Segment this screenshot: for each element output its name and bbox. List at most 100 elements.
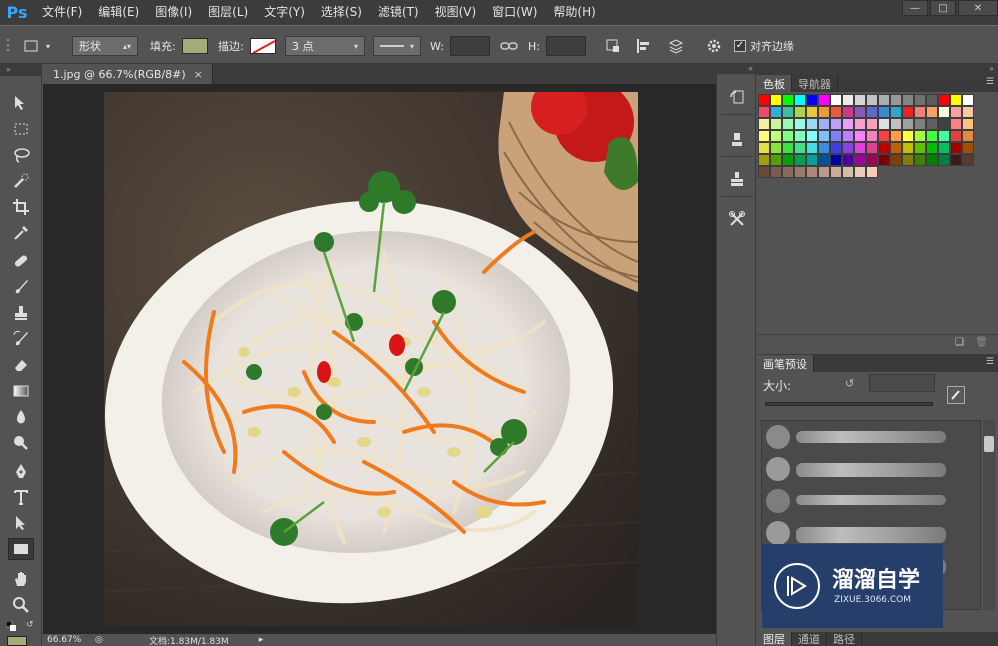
menu-item[interactable]: 视图(V) (427, 0, 485, 25)
brush-panel-menu-icon[interactable]: ☰ (986, 357, 994, 367)
color-swatch[interactable] (818, 106, 830, 118)
reset-size-icon[interactable]: ↺ (845, 377, 854, 390)
align-edges-checkbox[interactable]: ✓ (734, 40, 746, 52)
color-swatch[interactable] (926, 106, 938, 118)
color-swatch[interactable] (914, 142, 926, 154)
color-swatch[interactable] (806, 94, 818, 106)
color-swatch[interactable] (962, 118, 974, 130)
color-swatch[interactable] (950, 142, 962, 154)
color-swatch[interactable] (854, 94, 866, 106)
type-tool-icon[interactable] (8, 486, 34, 508)
tab-brush-presets[interactable]: 画笔预设 (757, 355, 814, 372)
align-edges-toggle[interactable]: ✓ 对齐边缘 (734, 36, 794, 56)
color-swatch[interactable] (902, 106, 914, 118)
color-swatch[interactable] (782, 94, 794, 106)
menu-item[interactable]: 文字(Y) (256, 0, 313, 25)
color-swatch[interactable] (866, 142, 878, 154)
height-field[interactable] (545, 36, 586, 56)
tab-channels[interactable]: 通道 (792, 632, 827, 646)
color-swatch[interactable] (782, 154, 794, 166)
hand-tool-icon[interactable] (8, 568, 34, 590)
color-swatch[interactable] (830, 106, 842, 118)
menu-item[interactable]: 图层(L) (200, 0, 256, 25)
menu-item[interactable]: 文件(F) (34, 0, 90, 25)
path-operations-icon[interactable] (604, 36, 622, 56)
toolbar-collapse-icon[interactable]: » (0, 64, 41, 76)
brush-preset-item[interactable] (762, 421, 980, 453)
color-swatch[interactable] (842, 142, 854, 154)
brush-panel-icon[interactable] (726, 128, 748, 150)
stroke-type-select[interactable]: ▾ (373, 36, 421, 56)
color-swatch[interactable] (878, 106, 890, 118)
color-swatch[interactable] (938, 106, 950, 118)
color-swatch[interactable] (782, 142, 794, 154)
tab-layers[interactable]: 图层 (757, 632, 792, 646)
panels-collapse-icon[interactable]: » (989, 64, 994, 74)
color-swatch[interactable] (866, 94, 878, 106)
color-swatch[interactable] (926, 94, 938, 106)
color-swatch[interactable] (950, 94, 962, 106)
color-swatch[interactable] (902, 94, 914, 106)
color-swatch[interactable] (962, 106, 974, 118)
color-swatch[interactable] (806, 118, 818, 130)
brush-toggle-icon[interactable] (947, 386, 965, 404)
clone-stamp-tool-icon[interactable] (8, 302, 34, 324)
document-tab[interactable]: 1.jpg @ 66.7%(RGB/8#) × (43, 64, 213, 84)
brush-tool-icon[interactable] (8, 276, 34, 298)
link-icon[interactable] (500, 36, 518, 56)
color-swatch[interactable] (938, 154, 950, 166)
color-swatch[interactable] (854, 130, 866, 142)
color-swatch[interactable] (878, 118, 890, 130)
marquee-tool-icon[interactable] (8, 118, 34, 140)
brush-list-scrollbar[interactable] (983, 420, 995, 610)
pen-tool-icon[interactable] (8, 460, 34, 482)
color-swatch[interactable] (866, 154, 878, 166)
color-swatch[interactable] (782, 130, 794, 142)
stroke-color-swatch[interactable] (249, 38, 276, 54)
color-swatch[interactable] (926, 118, 938, 130)
color-swatch[interactable] (758, 166, 770, 178)
color-swatch[interactable] (878, 142, 890, 154)
color-swatch[interactable] (770, 142, 782, 154)
quick-selection-tool-icon[interactable] (8, 170, 34, 192)
color-swatch[interactable] (878, 130, 890, 142)
color-swatch[interactable] (962, 130, 974, 142)
blur-tool-icon[interactable] (8, 406, 34, 428)
color-swatch[interactable] (950, 118, 962, 130)
menu-item[interactable]: 编辑(E) (90, 0, 147, 25)
color-swatch[interactable] (854, 154, 866, 166)
color-swatch[interactable] (962, 154, 974, 166)
color-swatch[interactable] (842, 166, 854, 178)
color-swatch[interactable] (842, 118, 854, 130)
color-swatch[interactable] (902, 154, 914, 166)
color-swatch[interactable] (758, 118, 770, 130)
brush-size-slider[interactable] (765, 402, 933, 406)
brush-size-field[interactable] (869, 374, 935, 392)
gradient-tool-icon[interactable] (8, 380, 34, 402)
canvas-image[interactable] (104, 92, 638, 626)
color-swatch[interactable] (806, 106, 818, 118)
scrollbar-thumb[interactable] (984, 436, 994, 452)
color-swatch[interactable] (770, 154, 782, 166)
tool-preset-picker[interactable]: ▾ (22, 36, 50, 56)
path-arrangement-icon[interactable] (664, 36, 686, 56)
lasso-tool-icon[interactable] (8, 144, 34, 166)
history-panel-icon[interactable] (726, 86, 748, 108)
healing-brush-tool-icon[interactable] (8, 250, 34, 272)
color-swatch[interactable] (866, 166, 878, 178)
tab-swatches[interactable]: 色板 (757, 75, 792, 92)
eyedropper-tool-icon[interactable] (8, 222, 34, 244)
delete-swatch-icon[interactable]: 🗑 (975, 337, 988, 348)
color-swatch[interactable] (806, 130, 818, 142)
color-swatch[interactable] (938, 142, 950, 154)
dodge-tool-icon[interactable] (8, 432, 34, 454)
color-swatch[interactable] (866, 130, 878, 142)
color-swatch[interactable] (794, 142, 806, 154)
dock-collapse-icon[interactable]: « (717, 64, 757, 74)
color-swatch[interactable] (770, 130, 782, 142)
status-info-icon[interactable]: ◎ (95, 635, 109, 645)
color-swatch[interactable] (890, 106, 902, 118)
color-swatch[interactable] (842, 154, 854, 166)
color-swatch[interactable] (842, 130, 854, 142)
color-swatch[interactable] (890, 118, 902, 130)
